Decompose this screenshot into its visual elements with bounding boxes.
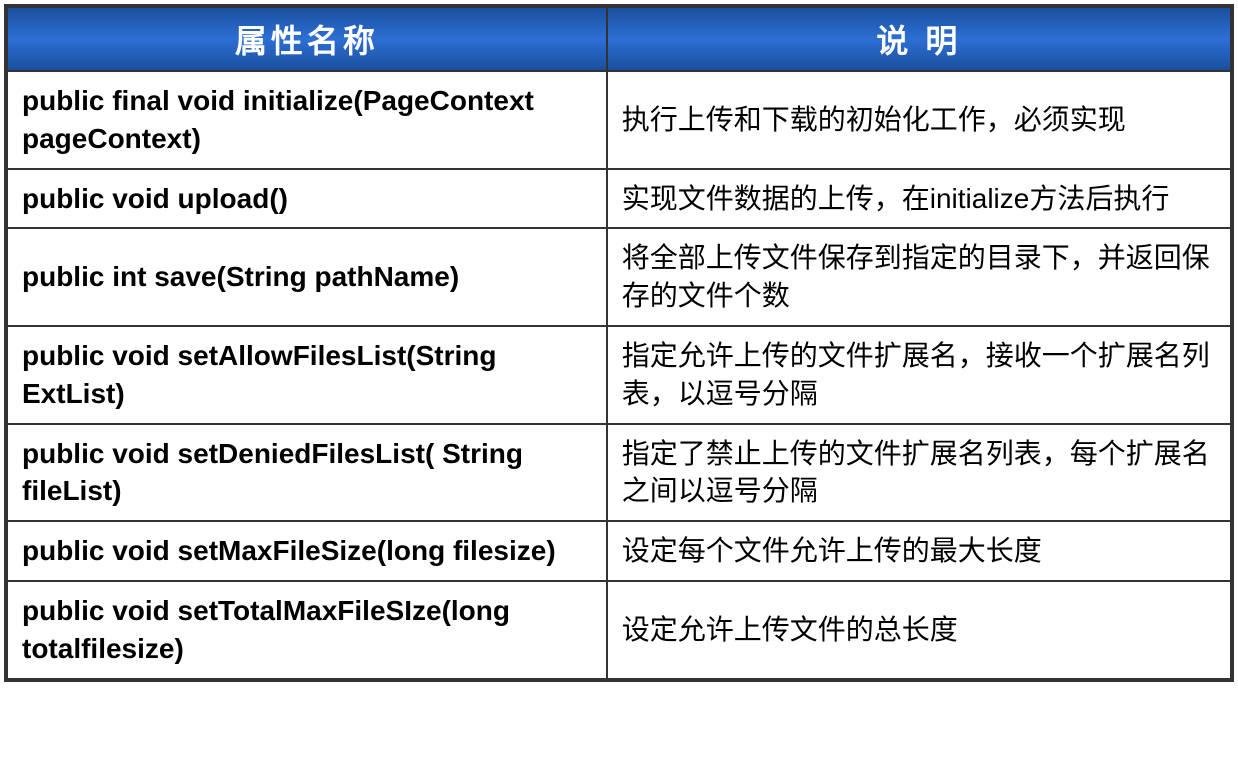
table-row: public void setTotalMaxFileSIze(long tot…: [7, 581, 1231, 679]
description-cell: 指定允许上传的文件扩展名，接收一个扩展名列表，以逗号分隔: [607, 326, 1231, 424]
description-cell: 指定了禁止上传的文件扩展名列表，每个扩展名之间以逗号分隔: [607, 424, 1231, 522]
description-cell: 设定允许上传文件的总长度: [607, 581, 1231, 679]
header-col-description: 说 明: [607, 7, 1231, 71]
table-row: public void setDeniedFilesList( String f…: [7, 424, 1231, 522]
method-cell: public final void initialize(PageContext…: [7, 71, 607, 169]
api-methods-table: 属性名称 说 明 public final void initialize(Pa…: [4, 4, 1234, 682]
method-cell: public int save(String pathName): [7, 228, 607, 326]
method-cell: public void setMaxFileSize(long filesize…: [7, 521, 607, 581]
method-cell: public void upload(): [7, 169, 607, 229]
header-col-method: 属性名称: [7, 7, 607, 71]
description-cell: 将全部上传文件保存到指定的目录下，并返回保存的文件个数: [607, 228, 1231, 326]
method-cell: public void setDeniedFilesList( String f…: [7, 424, 607, 522]
table-row: public final void initialize(PageContext…: [7, 71, 1231, 169]
table-row: public void setMaxFileSize(long filesize…: [7, 521, 1231, 581]
table-body: public final void initialize(PageContext…: [7, 71, 1231, 679]
description-cell: 实现文件数据的上传，在initialize方法后执行: [607, 169, 1231, 229]
table-header: 属性名称 说 明: [7, 7, 1231, 71]
table: 属性名称 说 明 public final void initialize(Pa…: [6, 6, 1232, 680]
method-cell: public void setTotalMaxFileSIze(long tot…: [7, 581, 607, 679]
table-row: public void setAllowFilesList(String Ext…: [7, 326, 1231, 424]
table-row: public void upload() 实现文件数据的上传，在initiali…: [7, 169, 1231, 229]
description-cell: 执行上传和下载的初始化工作，必须实现: [607, 71, 1231, 169]
description-cell: 设定每个文件允许上传的最大长度: [607, 521, 1231, 581]
table-row: public int save(String pathName) 将全部上传文件…: [7, 228, 1231, 326]
method-cell: public void setAllowFilesList(String Ext…: [7, 326, 607, 424]
header-row: 属性名称 说 明: [7, 7, 1231, 71]
